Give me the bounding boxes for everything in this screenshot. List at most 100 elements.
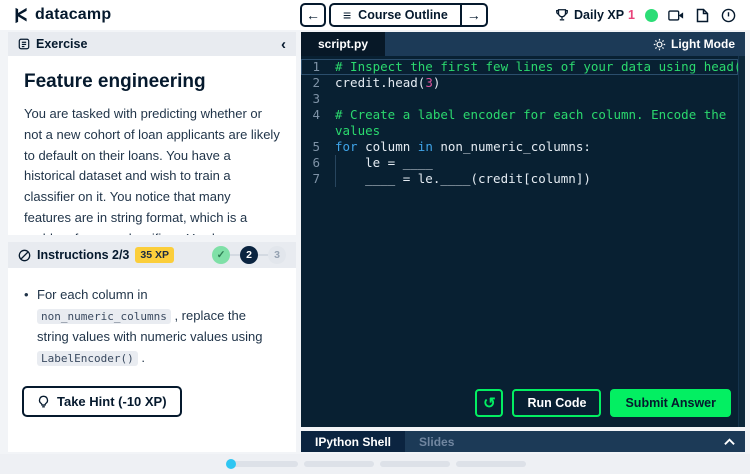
tab-slides[interactable]: Slides [405,431,468,452]
code-line[interactable]: values [301,123,745,139]
code-line[interactable]: 7 ____ = le.____(credit[column]) [301,171,745,187]
progress-dot [226,459,236,469]
take-hint-button[interactable]: Take Hint (-10 XP) [22,386,182,417]
editor-tab-label: script.py [318,37,368,51]
course-outline-label: Course Outline [358,8,448,22]
instruction-step-3[interactable]: 3 [268,246,286,264]
top-bar: datacamp ← ≡ Course Outline → [0,0,750,30]
datacamp-logo-text: datacamp [35,6,111,24]
course-outline-group: ≡ Course Outline → [329,3,488,27]
light-mode-label: Light Mode [671,37,735,51]
previous-exercise-button[interactable]: ← [300,3,326,27]
code-line[interactable]: 2credit.head(3) [301,75,745,91]
instructions-header: Instructions 2/3 35 XP ✓23 [8,242,296,268]
exercise-panel-title: Exercise [36,37,87,51]
code-text: # Create a label encoder for each column… [335,107,745,123]
line-number: 6 [301,155,335,171]
step-connector [230,254,240,256]
daily-xp-label: Daily XP [574,8,624,22]
code-line[interactable]: 3 [301,91,745,107]
instruction-step-2[interactable]: 2 [240,246,258,264]
video-camera-icon[interactable] [668,7,684,23]
session-status-dot [645,9,658,22]
left-arrow-icon: ← [306,7,320,23]
code-text: credit.head(3) [335,75,745,91]
instruction-item: For each column in non_numeric_columns ,… [22,284,280,368]
editor-actions: ↺ Run Code Submit Answer [475,389,731,417]
panel-divider [8,235,296,242]
code-lines: 1# Inspect the first few lines of your d… [301,56,745,187]
line-number: 7 [301,171,335,187]
code-editor[interactable]: 1# Inspect the first few lines of your d… [301,56,745,427]
code-editor-panel: script.py Light Mode 1# Inspect the firs… [301,32,745,452]
sun-icon [653,38,666,51]
code-line[interactable]: 5for column in non_numeric_columns: [301,139,745,155]
step-connector [258,254,268,256]
line-number [301,123,335,139]
instructions-list: For each column in non_numeric_columns ,… [22,284,280,368]
editor-tab-bar: script.py Light Mode [301,32,745,56]
instructions-body: For each column in non_numeric_columns ,… [8,268,296,452]
xp-badge: 35 XP [135,247,174,263]
code-line[interactable]: 4# Create a label encoder for each colum… [301,107,745,123]
main-region: Exercise ‹ Feature engineering You are t… [0,30,750,454]
progress-pill-2[interactable] [304,461,374,467]
course-outline-button[interactable]: ≡ Course Outline [331,5,460,25]
exercise-doc-icon [18,38,30,50]
instruction-steps: ✓ 23 [212,246,286,264]
code-text: le = ____ [335,155,745,171]
file-icon[interactable] [694,7,710,23]
progress-pill-3[interactable] [380,461,450,467]
instruction-step-1[interactable]: ✓ [212,246,230,264]
line-number: 5 [301,139,335,155]
code-text: # Inspect the first few lines of your da… [335,59,745,75]
info-icon[interactable] [720,7,736,23]
tab-ipython-shell[interactable]: IPython Shell [301,431,405,452]
daily-xp[interactable]: Daily XP 1 [554,7,635,23]
datacamp-app: datacamp ← ≡ Course Outline → [0,0,750,474]
submit-answer-button[interactable]: Submit Answer [610,389,731,417]
line-number: 2 [301,75,335,91]
inline-code: LabelEncoder() [37,351,138,366]
progress-pill-4[interactable] [456,461,526,467]
datacamp-logo-icon [13,7,30,24]
right-arrow-icon: → [467,7,481,23]
trophy-icon [554,7,570,23]
editor-scrollbar[interactable] [738,56,745,427]
exercise-progress-pills [228,461,526,467]
code-line[interactable]: 1# Inspect the first few lines of your d… [301,59,738,75]
chevron-up-icon [724,438,735,446]
exercise-panel: Exercise ‹ Feature engineering You are t… [8,32,296,452]
inline-code: non_numeric_columns [37,309,171,324]
expand-console-button[interactable] [724,431,745,452]
reset-icon: ↺ [483,394,496,412]
exercise-panel-header: Exercise ‹ [8,32,296,56]
datacamp-logo[interactable]: datacamp [0,6,111,24]
menu-icon: ≡ [343,7,351,23]
instructions-icon [18,249,31,262]
line-number: 3 [301,91,335,107]
light-mode-toggle[interactable]: Light Mode [653,32,745,56]
code-line[interactable]: 6 le = ____ [301,155,745,171]
take-hint-label: Take Hint (-10 XP) [57,394,167,409]
daily-xp-value: 1 [628,8,635,22]
code-text: ____ = le.____(credit[column]) [335,171,745,187]
console-tab-bar: IPython Shell Slides [301,431,745,452]
collapse-panel-icon[interactable]: ‹ [281,37,286,52]
exercise-content: Feature engineering You are tasked with … [8,56,296,235]
code-text [335,91,745,107]
code-text: values [335,123,745,139]
progress-pill-1[interactable] [228,461,298,467]
exercise-title: Feature engineering [24,71,280,93]
run-code-button[interactable]: Run Code [512,389,601,417]
exercise-progress-strip [0,454,750,474]
lightbulb-icon [37,395,50,409]
slides-label: Slides [419,435,454,449]
code-text: for column in non_numeric_columns: [335,139,745,155]
reset-code-button[interactable]: ↺ [475,389,503,417]
next-exercise-button[interactable]: → [460,5,486,25]
line-number: 1 [301,59,335,75]
tab-script-py[interactable]: script.py [301,32,385,56]
topbar-right: Daily XP 1 [554,7,750,23]
ipython-shell-label: IPython Shell [315,435,391,449]
